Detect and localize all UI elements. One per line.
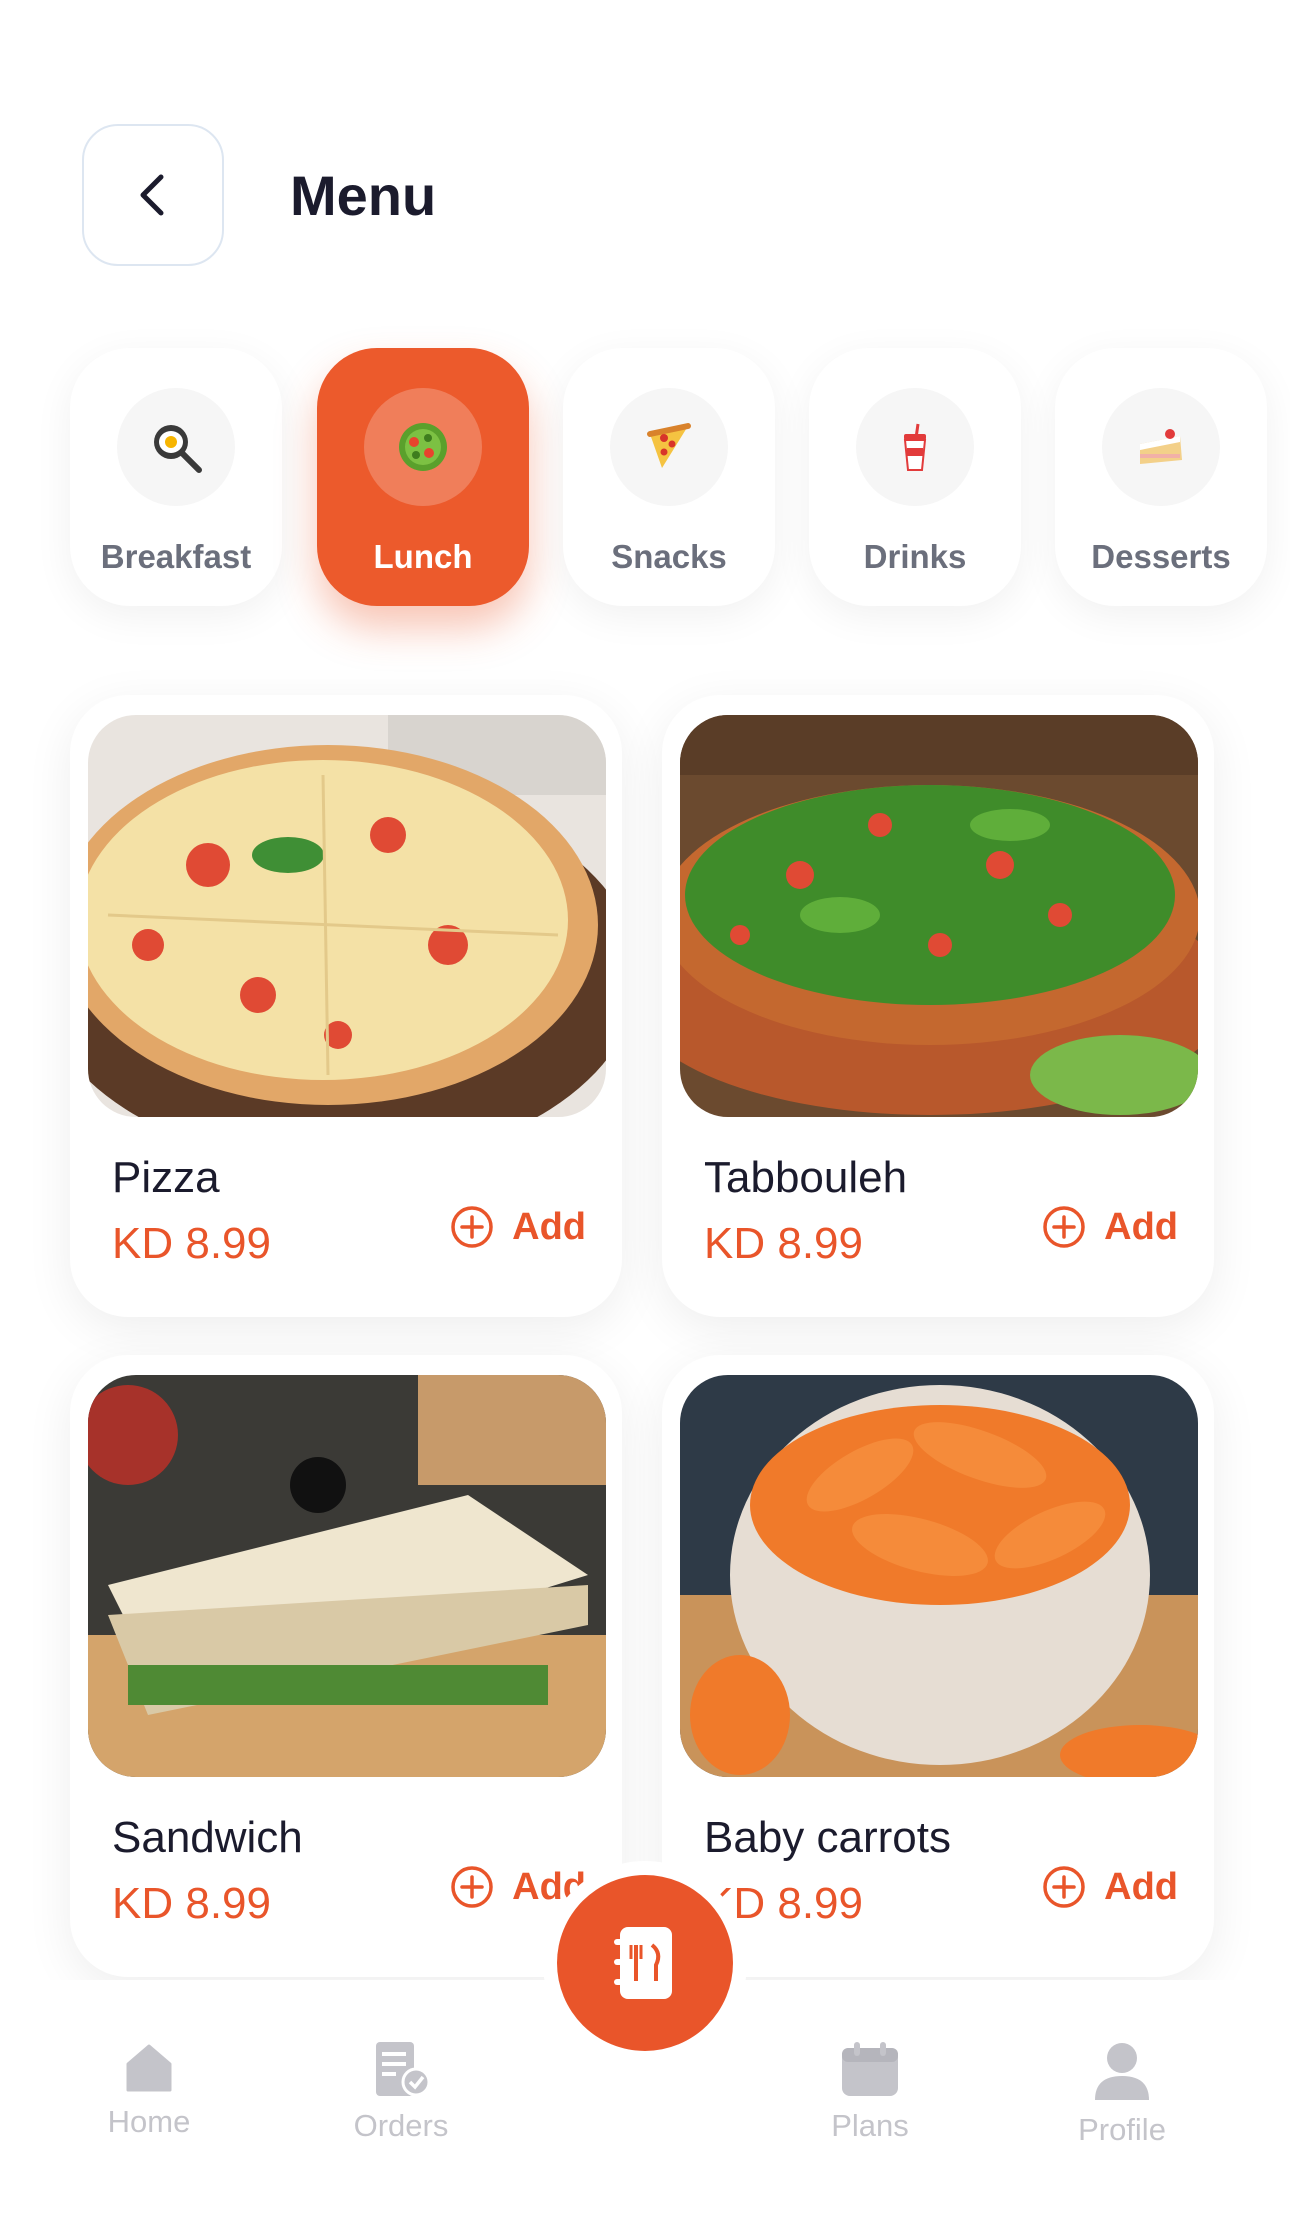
add-button[interactable]: Add xyxy=(1042,1865,1178,1909)
plus-circle-icon xyxy=(1043,1206,1085,1248)
category-breakfast[interactable]: Breakfast xyxy=(70,348,282,606)
category-icon-circle xyxy=(610,388,728,506)
cup-with-straw-icon xyxy=(903,423,927,471)
product-image-baby-carrots xyxy=(680,1375,1198,1777)
add-label: Add xyxy=(1104,1205,1178,1248)
category-desserts[interactable]: Desserts xyxy=(1055,348,1267,606)
nav-label: Home xyxy=(107,2104,191,2139)
nav-label: Plans xyxy=(831,2108,909,2143)
header: Menu xyxy=(82,124,436,266)
category-icon-circle xyxy=(1102,388,1220,506)
menu-book-icon xyxy=(614,1927,672,1999)
category-label: Breakfast xyxy=(100,538,252,575)
frying-pan-icon xyxy=(154,425,202,473)
category-lunch[interactable]: Lunch xyxy=(317,348,529,606)
add-button[interactable]: Add xyxy=(1042,1205,1178,1249)
category-snacks[interactable]: Snacks xyxy=(563,348,775,606)
nav-home[interactable]: Home xyxy=(69,2040,229,2140)
plus-circle-icon xyxy=(1043,1866,1085,1908)
cake-slice-icon xyxy=(1140,429,1182,464)
menu-fab-button[interactable] xyxy=(557,1875,733,2051)
calendar-icon xyxy=(842,2042,898,2096)
product-name: Baby carrots xyxy=(704,1813,951,1862)
category-icon-circle xyxy=(117,388,235,506)
category-icon-circle xyxy=(856,388,974,506)
category-icon-circle xyxy=(364,388,482,506)
category-bar: Breakfast Lunch Snacks Drinks Desserts xyxy=(70,348,1290,608)
receipt-icon xyxy=(376,2042,431,2097)
category-label: Lunch xyxy=(373,538,473,575)
product-image-pizza xyxy=(88,715,606,1117)
product-card-tabbouleh[interactable]: Tabbouleh KD 8.99 Add xyxy=(662,695,1214,1317)
back-button[interactable] xyxy=(82,124,224,266)
nav-label: Profile xyxy=(1078,2112,1166,2147)
product-image-tabbouleh xyxy=(680,715,1198,1117)
home-icon xyxy=(126,2044,172,2092)
product-card-sandwich[interactable]: Sandwich KD 8.99 Add xyxy=(70,1355,622,1977)
category-label: Drinks xyxy=(863,538,967,575)
product-card-pizza[interactable]: Pizza KD 8.99 Add xyxy=(70,695,622,1317)
nav-plans[interactable]: Plans xyxy=(790,2040,950,2144)
product-name: Pizza xyxy=(112,1153,220,1202)
page-title: Menu xyxy=(290,163,437,227)
product-name: Sandwich xyxy=(112,1813,303,1862)
product-price: KD 8.99 xyxy=(112,1879,271,1928)
nav-label: Orders xyxy=(353,2108,449,2143)
product-name: Tabbouleh xyxy=(704,1153,908,1202)
nav-profile[interactable]: Profile xyxy=(1042,2040,1202,2148)
pizza-slice-icon xyxy=(647,423,691,468)
product-price: KD 8.99 xyxy=(704,1879,863,1928)
plus-circle-icon xyxy=(451,1866,493,1908)
add-button[interactable]: Add xyxy=(450,1865,586,1909)
product-image-sandwich xyxy=(88,1375,606,1777)
plus-circle-icon xyxy=(451,1206,493,1248)
screen: Menu Breakfast Lunch Snacks Drinks Desse… xyxy=(0,0,1290,2219)
category-label: Desserts xyxy=(1091,538,1231,575)
add-label: Add xyxy=(1104,1865,1178,1908)
category-drinks[interactable]: Drinks xyxy=(809,348,1021,606)
category-label: Snacks xyxy=(611,538,727,575)
add-label: Add xyxy=(512,1205,586,1248)
product-price: KD 8.99 xyxy=(704,1219,863,1268)
product-card-baby-carrots[interactable]: Baby carrots KD 8.99 Add xyxy=(662,1355,1214,1977)
add-button[interactable]: Add xyxy=(450,1205,586,1249)
chevron-left-icon xyxy=(140,174,164,216)
nav-orders[interactable]: Orders xyxy=(321,2040,481,2144)
add-label: Add xyxy=(512,1865,586,1908)
user-icon xyxy=(1095,2043,1149,2100)
product-price: KD 8.99 xyxy=(112,1219,271,1268)
salad-icon xyxy=(399,423,447,471)
